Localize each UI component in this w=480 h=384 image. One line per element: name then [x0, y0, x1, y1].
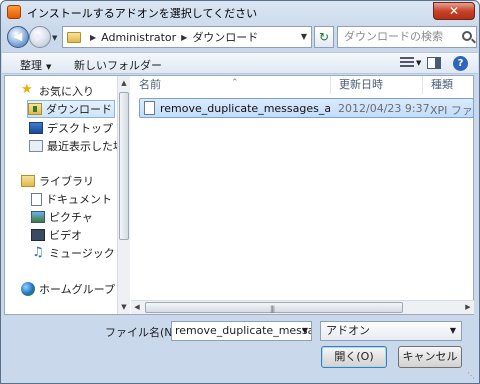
file-type-select[interactable]: アドオン ▼ — [320, 321, 462, 341]
navigation-pane-scrollbar[interactable]: ▲ ▼ — [117, 76, 130, 314]
new-folder-button[interactable]: 新しいフォルダー — [74, 57, 162, 73]
file-icon — [144, 101, 155, 115]
sidebar-item-label: ピクチャ — [49, 211, 93, 224]
sidebar-item-label: ライブラリ — [39, 175, 94, 188]
sort-ascending-icon: ⌃ — [231, 78, 239, 88]
open-button[interactable]: 開く(O) — [321, 346, 387, 368]
scroll-up-icon[interactable]: ▲ — [118, 76, 130, 90]
forward-button[interactable]: ▶ — [29, 26, 51, 48]
file-name: remove_duplicate_messages_altern... — [160, 102, 330, 115]
view-options-icon[interactable] — [400, 57, 414, 69]
pictures-icon — [31, 211, 45, 223]
sidebar-item-label: 最近表示した場所 — [47, 140, 125, 153]
column-header-modified[interactable]: 更新日時 — [331, 76, 423, 94]
title-bar: インストールするアドオンを選択してください ✕ — [1, 1, 479, 23]
chevron-down-icon: ▼ — [46, 63, 52, 71]
file-open-dialog: インストールするアドオンを選択してください ✕ ◀ ▶ ▼ ▶ Administ… — [0, 0, 480, 384]
chevron-down-icon[interactable]: ▼ — [302, 322, 308, 340]
grip-icon: ||| — [270, 305, 275, 313]
organize-button[interactable]: 整理 ▼ — [20, 57, 51, 73]
search-input[interactable]: ダウンロードの検索 — [337, 26, 477, 48]
table-row[interactable]: remove_duplicate_messages_altern... 2012… — [139, 98, 474, 118]
column-header-name[interactable]: 名前 ⌃ — [131, 76, 331, 94]
help-icon[interactable]: ? — [453, 56, 468, 71]
resize-grip-icon[interactable]: ⋱ — [467, 371, 477, 381]
search-icon[interactable] — [462, 31, 472, 41]
command-bar: 整理 ▼ 新しいフォルダー ▼ ? — [2, 52, 478, 74]
sidebar-item-label: ビデオ — [49, 229, 82, 242]
sidebar-item-downloads[interactable]: ダウンロード — [27, 100, 115, 118]
homegroup-icon — [21, 282, 35, 296]
address-bar[interactable]: ▶ Administrator ▶ ダウンロード ▼ — [62, 26, 312, 48]
scroll-down-icon[interactable]: ▼ — [118, 300, 130, 314]
desktop-icon — [29, 122, 43, 134]
scrollbar-thumb[interactable] — [119, 92, 129, 240]
sidebar-item-label: デスクトップ — [47, 122, 113, 135]
folder-icon — [67, 31, 81, 43]
recent-pages-dropdown-icon[interactable]: ▼ — [52, 34, 60, 42]
filename-input[interactable]: remove_duplicate_message ▼ — [171, 321, 312, 341]
sidebar-item-music[interactable]: ♫ ミュージック — [31, 244, 125, 262]
sidebar-item-pictures[interactable]: ピクチャ — [31, 208, 125, 226]
file-modified: 2012/04/23 9:37 — [338, 102, 430, 115]
chevron-down-icon[interactable]: ▼ — [416, 59, 421, 67]
file-type-value: アドオン — [326, 324, 370, 337]
sidebar-item-documents[interactable]: ドキュメント — [31, 190, 125, 208]
library-icon — [21, 175, 35, 187]
content-area: ★ お気に入り ダウンロード デスクトップ 最近表示した場所 ライブラリ ドキュメ… — [4, 75, 474, 315]
sidebar-item-label: ドキュメント — [46, 193, 112, 206]
search-placeholder: ダウンロードの検索 — [344, 30, 443, 43]
chevron-right-icon[interactable]: ▶ — [181, 33, 187, 42]
cancel-button[interactable]: キャンセル — [398, 346, 462, 368]
back-button[interactable]: ◀ — [7, 26, 29, 48]
scroll-right-icon[interactable]: ▶ — [462, 301, 474, 314]
refresh-button[interactable]: ↻ — [314, 26, 334, 48]
file-list: 名前 ⌃ 更新日時 種類 remove_duplicate_messages_a… — [131, 76, 474, 314]
chevron-down-icon: ▼ — [449, 326, 456, 335]
scroll-left-icon[interactable]: ◀ — [131, 301, 143, 314]
breadcrumb-downloads[interactable]: ダウンロード — [192, 29, 258, 45]
scrollbar-thumb[interactable]: ||| — [145, 302, 403, 313]
sidebar-item-label: ホームグループ — [39, 283, 116, 296]
app-icon — [7, 5, 21, 19]
sidebar-item-recent-places[interactable]: 最近表示した場所 — [29, 137, 125, 155]
sidebar-item-favorites[interactable]: ★ お気に入り — [21, 82, 125, 100]
sidebar-item-libraries[interactable]: ライブラリ — [21, 172, 125, 190]
column-header-type[interactable]: 種類 — [423, 76, 474, 94]
recent-places-icon — [29, 140, 43, 152]
organize-label: 整理 — [20, 59, 42, 72]
navigation-pane: ★ お気に入り ダウンロード デスクトップ 最近表示した場所 ライブラリ ドキュメ… — [5, 76, 125, 314]
file-list-horizontal-scrollbar[interactable]: ◀ ||| ▶ — [131, 300, 474, 314]
sidebar-item-label: ダウンロード — [46, 103, 112, 116]
chevron-right-icon[interactable]: ▶ — [90, 33, 96, 42]
chevron-down-icon[interactable]: ▼ — [301, 32, 307, 41]
navigation-bar: ◀ ▶ ▼ ▶ Administrator ▶ ダウンロード ▼ ↻ ダウンロー… — [7, 26, 477, 48]
file-type: XPI ファイル — [430, 104, 474, 117]
preview-pane-icon[interactable] — [427, 57, 441, 69]
column-header-label: 名前 — [139, 78, 161, 91]
filename-value: remove_duplicate_message — [175, 324, 311, 337]
filename-label: ファイル名(N): — [105, 326, 181, 339]
sidebar-item-label: お気に入り — [39, 85, 94, 98]
sidebar-item-homegroup[interactable]: ホームグループ — [21, 280, 125, 298]
sidebar-item-desktop[interactable]: デスクトップ — [29, 119, 125, 137]
documents-icon — [31, 192, 42, 206]
download-folder-icon — [28, 103, 42, 115]
music-icon: ♫ — [32, 245, 44, 260]
sidebar-item-label: ミュージック — [49, 247, 115, 260]
breadcrumb-administrator[interactable]: Administrator — [101, 31, 176, 44]
star-icon: ★ — [21, 82, 33, 97]
sidebar-item-videos[interactable]: ビデオ — [31, 226, 125, 244]
close-button[interactable]: ✕ — [433, 2, 475, 20]
window-title: インストールするアドオンを選択してください — [27, 7, 258, 20]
videos-icon — [31, 229, 45, 241]
